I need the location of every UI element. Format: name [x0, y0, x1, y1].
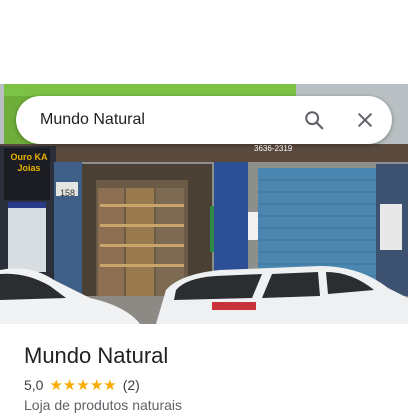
star-icon: ★	[49, 376, 63, 394]
star-icon: ★	[76, 376, 90, 394]
review-count[interactable]: (2)	[123, 377, 140, 393]
search-input[interactable]: Mundo Natural	[40, 110, 145, 130]
search-icon	[305, 111, 324, 130]
shop-sign-text: Ouro KA Joias	[10, 152, 48, 173]
star-icon: ★	[62, 376, 77, 394]
star-icon: ★	[89, 376, 104, 394]
search-button[interactable]	[298, 104, 330, 136]
sign-phone-text: 3636-2319	[254, 144, 293, 153]
star-icon: ★	[103, 376, 117, 394]
clear-search-button[interactable]	[349, 104, 381, 136]
star-rating: ★ ★ ★ ★ ★	[49, 378, 116, 393]
rating-value: 5,0	[24, 377, 44, 393]
close-icon	[358, 113, 372, 127]
rating-row[interactable]: 5,0 ★ ★ ★ ★ ★ (2)	[24, 376, 140, 394]
shop-number: 158	[60, 188, 76, 198]
search-bar[interactable]: Mundo Natural	[16, 96, 392, 144]
place-category: Loja de produtos naturais	[24, 397, 182, 413]
place-title: Mundo Natural	[24, 343, 169, 368]
